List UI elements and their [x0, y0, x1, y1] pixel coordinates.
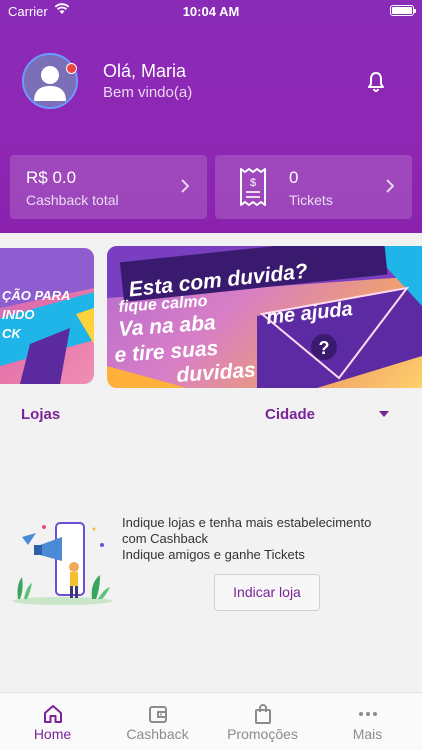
cashback-value: R$ 0.0	[26, 168, 77, 187]
tickets-value: 0	[289, 168, 299, 187]
tickets-label: Tickets	[289, 192, 333, 208]
notification-badge	[66, 63, 77, 74]
ticket-icon: $	[240, 168, 266, 206]
banner-line2: Va na aba	[118, 311, 217, 341]
megaphone-illustration	[12, 522, 112, 605]
empty-state-line1: Indique lojas e tenha mais estabelecimen…	[122, 515, 372, 530]
clock: 10:04 AM	[182, 4, 240, 19]
cashback-label: Cashback total	[26, 192, 119, 208]
bell-icon[interactable]	[364, 70, 388, 94]
tab-lojas[interactable]: Lojas	[21, 406, 60, 423]
nav-promocoes[interactable]: Promoções	[210, 693, 315, 750]
home-icon	[43, 705, 62, 723]
banner-left-line1: ÇÃO PARA	[2, 288, 70, 303]
banner-art: ? Esta com duvida? fique calmo Va na aba…	[107, 246, 422, 388]
status-bar: Carrier 10:04 AM	[0, 0, 422, 24]
banner-line5: duvidas	[176, 359, 257, 387]
city-dropdown[interactable]: Cidade	[265, 406, 315, 423]
nav-promocoes-label: Promoções	[227, 726, 298, 742]
chevron-right-icon	[181, 179, 189, 193]
banner-left-line2: INDO	[2, 307, 35, 322]
empty-state-line3: Indique amigos e ganhe Tickets	[122, 547, 305, 562]
nav-mais-label: Mais	[352, 726, 383, 742]
banner-question-mark: ?	[319, 338, 330, 358]
more-icon	[358, 712, 377, 716]
empty-state-line2: com Cashback	[122, 531, 208, 546]
greeting-title: Olá, Maria	[103, 61, 187, 81]
promo-banner-help[interactable]: ? Esta com duvida? fique calmo Va na aba…	[107, 246, 422, 388]
shopping-bag-icon	[254, 704, 271, 724]
nav-mais[interactable]: Mais	[315, 693, 420, 750]
chevron-right-icon	[386, 179, 394, 193]
nav-home-label: Home	[33, 726, 72, 742]
indicar-loja-button[interactable]: Indicar loja	[214, 574, 320, 611]
tickets-card[interactable]: $ 0 Tickets	[215, 155, 412, 219]
bottom-nav: Home Cashback Promoções Mais	[0, 692, 422, 750]
svg-text:$: $	[250, 177, 256, 189]
nav-cashback-label: Cashback	[126, 726, 189, 742]
header: Carrier 10:04 AM Olá, Maria Bem vindo(a)…	[0, 0, 422, 233]
cashback-card[interactable]: R$ 0.0 Cashback total	[10, 155, 207, 219]
promo-banner-left[interactable]: ÇÃO PARA INDO CK	[0, 248, 94, 384]
filter-row: Lojas Cidade	[0, 398, 422, 432]
nav-cashback[interactable]: Cashback	[105, 693, 210, 750]
nav-home[interactable]: Home	[0, 693, 105, 750]
welcome-subtitle: Bem vindo(a)	[103, 84, 193, 101]
caret-down-icon[interactable]	[379, 411, 389, 417]
avatar[interactable]	[22, 53, 78, 109]
banner-art: ÇÃO PARA INDO CK	[0, 248, 94, 384]
battery-icon	[390, 5, 416, 16]
empty-state-text: Indique lojas e tenha mais estabelecimen…	[122, 515, 412, 563]
wallet-icon	[148, 706, 167, 723]
banner-left-line3: CK	[2, 326, 22, 341]
